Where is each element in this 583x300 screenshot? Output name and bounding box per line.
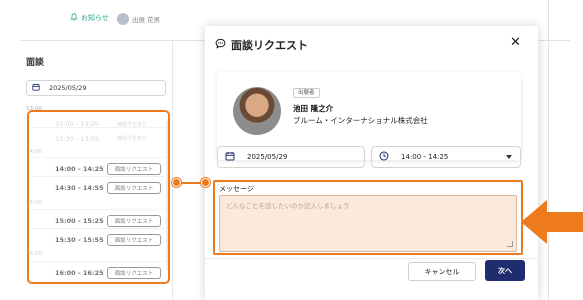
meeting-panel-title: 面談 <box>26 58 45 68</box>
annotation-dot <box>201 178 210 187</box>
chevron-down-icon <box>506 155 512 159</box>
message-label: メッセージ <box>219 185 254 193</box>
notifications-link[interactable]: お知らせ <box>70 13 109 23</box>
message-highlight: メッセージ <box>213 180 523 255</box>
exhibitor-company: ブルーム・インターナショナル株式会社 <box>293 116 428 125</box>
user-menu[interactable]: 出展 花男 <box>117 13 160 25</box>
meeting-request-modal: 面談リクエスト ✕ 出展者 池田 隆之介 ブルーム・インターナショナル株式会社 … <box>205 26 538 300</box>
close-icon[interactable]: ✕ <box>510 36 521 49</box>
panel-date-field[interactable]: 2025/05/29 <box>26 80 166 96</box>
role-badge: 出展者 <box>293 88 320 98</box>
next-button[interactable]: 次へ <box>485 260 525 281</box>
notifications-label: お知らせ <box>81 14 109 22</box>
annotation-dot <box>172 178 181 187</box>
calendar-icon <box>225 151 235 163</box>
resize-handle-icon[interactable] <box>507 241 513 247</box>
page-edge-divider <box>548 0 549 300</box>
user-name: 出展 花男 <box>132 16 161 24</box>
time-select[interactable]: 14:00 - 14:25 <box>371 146 521 168</box>
time-value: 14:00 - 14:25 <box>401 153 449 161</box>
message-textarea[interactable] <box>219 195 517 252</box>
exhibitor-name: 池田 隆之介 <box>293 104 334 113</box>
arrow-left-icon <box>521 200 583 244</box>
footer-divider <box>205 258 538 259</box>
bell-icon <box>70 13 78 23</box>
cancel-button[interactable]: キャンセル <box>408 262 476 281</box>
chat-bubble-icon <box>215 38 226 52</box>
exhibitor-photo <box>233 87 281 135</box>
date-picker[interactable]: 2025/05/29 <box>217 146 365 168</box>
slot-list-highlight <box>27 110 170 284</box>
calendar-icon <box>32 83 40 93</box>
avatar <box>117 13 129 25</box>
modal-title: 面談リクエスト <box>215 37 308 53</box>
modal-title-text: 面談リクエスト <box>231 39 308 52</box>
clock-icon <box>379 151 389 163</box>
panel-date-value: 2025/05/29 <box>49 84 87 92</box>
date-value: 2025/05/29 <box>247 153 288 161</box>
